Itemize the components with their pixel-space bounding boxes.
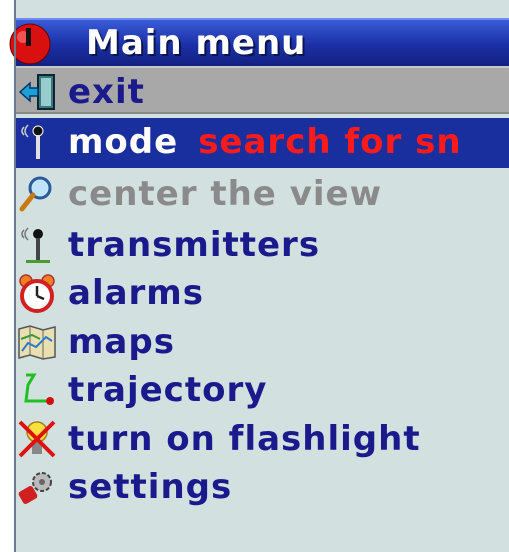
exit-icon xyxy=(18,74,55,110)
menu-item-mode[interactable]: mode search for sn xyxy=(14,118,509,168)
mode-value: search for sn xyxy=(198,122,462,162)
menu-item-label: transmitters xyxy=(68,225,321,265)
menu-item-label: mode search for sn xyxy=(68,122,462,162)
panel-left-edge xyxy=(14,0,16,552)
antenna-icon xyxy=(21,124,44,159)
alarm-clock-icon xyxy=(19,274,55,313)
antenna-icon xyxy=(21,227,50,263)
menu-item-exit[interactable]: exit xyxy=(14,66,509,114)
menu-item-flashlight[interactable]: turn on flashlight xyxy=(14,415,509,463)
magnifier-icon xyxy=(19,176,52,212)
menu-item-trajectory[interactable]: trajectory xyxy=(14,366,509,414)
menu-item-label: turn on flashlight xyxy=(68,419,421,459)
menu-item-label: trajectory xyxy=(68,370,268,410)
menu-title-bar: Main menu xyxy=(9,18,509,66)
trajectory-icon xyxy=(24,373,54,405)
menu-title: Main menu xyxy=(86,23,307,63)
map-icon xyxy=(18,325,56,360)
menu-item-label: settings xyxy=(68,467,233,507)
menu-item-transmitters[interactable]: transmitters xyxy=(14,221,509,269)
menu-item-center-view[interactable]: center the view xyxy=(14,170,509,218)
settings-icon xyxy=(18,472,52,504)
menu-item-maps[interactable]: maps xyxy=(14,318,509,366)
menu-item-label: exit xyxy=(68,72,145,112)
menu-item-label: center the view xyxy=(68,174,382,214)
flashlight-icon xyxy=(18,420,56,458)
menu-item-label: maps xyxy=(68,322,175,362)
menu-item-label: alarms xyxy=(68,273,204,313)
app-frame: Main menu exit mode search for sn center … xyxy=(0,0,509,552)
menu-item-alarms[interactable]: alarms xyxy=(14,269,509,317)
menu-item-settings[interactable]: settings xyxy=(14,463,509,511)
